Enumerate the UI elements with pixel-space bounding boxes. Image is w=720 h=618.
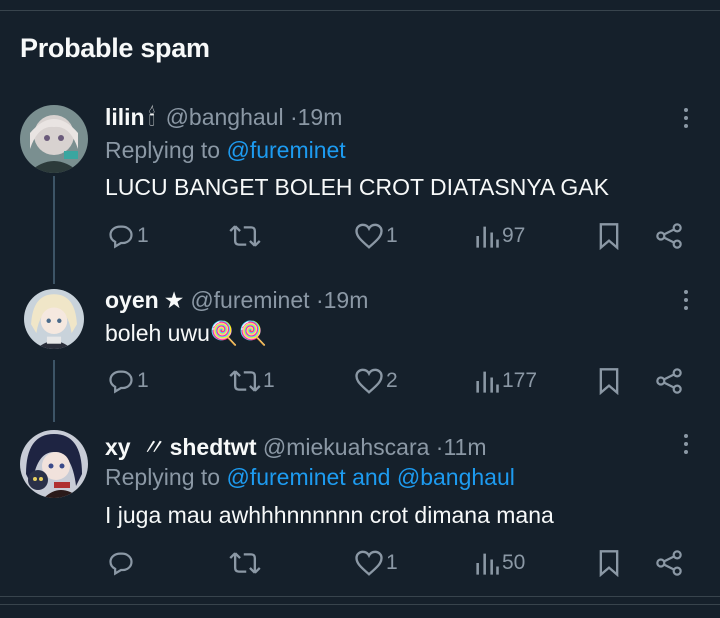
avatar[interactable] <box>20 105 88 173</box>
views-button[interactable]: 177 <box>474 364 537 398</box>
avatar[interactable] <box>24 289 84 349</box>
share-button[interactable] <box>655 219 683 253</box>
more-options-icon[interactable] <box>676 104 696 132</box>
tweet-actions: 1 1 97 <box>0 219 720 253</box>
top-divider <box>0 10 720 11</box>
candle-emoji: 🕯 <box>148 104 156 130</box>
bookmark-button[interactable] <box>597 364 621 398</box>
more-options-icon[interactable] <box>676 286 696 314</box>
separator: · <box>289 104 298 130</box>
tweet-actions: 1 50 <box>0 546 720 580</box>
like-count: 2 <box>386 369 398 392</box>
bottom-divider <box>0 596 720 597</box>
share-icon <box>656 368 682 394</box>
like-count: 1 <box>386 551 398 574</box>
timestamp[interactable]: 19m <box>298 104 343 130</box>
tweet-actions: 1 1 2 177 <box>0 364 720 398</box>
display-name[interactable]: lilin <box>105 104 145 130</box>
reply-icon <box>109 370 133 394</box>
bookmark-icon <box>599 223 619 250</box>
tweet-text-content: boleh uwu <box>105 320 210 346</box>
mention-link[interactable]: @fureminet <box>226 137 345 163</box>
views-chart-icon <box>476 371 499 393</box>
heart-icon <box>355 368 383 394</box>
handle[interactable]: @fureminet <box>190 287 309 313</box>
avatar[interactable] <box>20 430 88 498</box>
ditto-mark: 〃 <box>140 434 164 460</box>
like-button[interactable]: 1 <box>354 546 398 580</box>
retweet-button[interactable] <box>229 546 263 580</box>
view-count: 177 <box>502 369 538 392</box>
more-options-icon[interactable] <box>676 430 696 458</box>
views-chart-icon <box>476 553 499 575</box>
reply-count: 1 <box>137 369 149 392</box>
bookmark-button[interactable] <box>597 219 621 253</box>
share-button[interactable] <box>655 546 683 580</box>
display-name-suffix[interactable]: shedtwt <box>170 434 257 460</box>
retweet-button[interactable]: 1 <box>229 364 275 398</box>
retweet-icon <box>229 552 261 574</box>
retweet-icon <box>229 370 261 392</box>
tweet-text: LUCU BANGET BOLEH CROT DIATASNYA GAK <box>105 174 609 200</box>
anime-avatar-icon <box>20 105 88 173</box>
display-name[interactable]: oyen <box>105 287 159 313</box>
like-button[interactable]: 1 <box>354 219 398 253</box>
reply-button[interactable]: 1 <box>107 219 149 253</box>
tweet-header: xy 〃 shedtwt @miekuahscara ·11m <box>105 428 487 462</box>
tweet-header: oyen ★ @fureminet ·19m <box>105 287 368 314</box>
handle[interactable]: @miekuahscara <box>263 434 430 460</box>
lollipop-emoji: 🍭🍭 <box>209 320 268 346</box>
retweet-button[interactable] <box>229 219 263 253</box>
replying-to: Replying to @fureminet and @banghaul <box>105 464 515 491</box>
display-name[interactable]: xy <box>105 434 131 460</box>
replying-prefix: Replying to <box>105 137 221 163</box>
view-count: 50 <box>502 551 526 574</box>
share-icon <box>656 223 682 249</box>
like-count: 1 <box>386 224 398 247</box>
bookmark-icon <box>599 368 619 395</box>
tweet-text: I juga mau awhhhnnnnnn crot dimana mana <box>105 502 554 528</box>
heart-icon <box>355 223 383 249</box>
like-button[interactable]: 2 <box>354 364 398 398</box>
bottom-divider <box>0 604 720 605</box>
anime-avatar-icon <box>20 430 88 498</box>
views-chart-icon <box>476 226 499 248</box>
retweet-icon <box>229 225 261 247</box>
bookmark-button[interactable] <box>597 546 621 580</box>
mention-link[interactable]: @fureminet and @banghaul <box>226 464 514 490</box>
replying-prefix: Replying to <box>105 464 221 490</box>
reply-button[interactable]: 1 <box>107 364 149 398</box>
section-title: Probable spam <box>20 33 210 63</box>
timestamp[interactable]: 19m <box>324 287 369 313</box>
share-icon <box>656 550 682 576</box>
timestamp[interactable]: 11m <box>443 434 486 460</box>
reply-icon <box>109 552 133 576</box>
star-emoji: ★ <box>163 287 185 313</box>
view-count: 97 <box>502 224 526 247</box>
anime-avatar-icon <box>24 289 84 349</box>
tweet-header: lilin 🕯 @banghaul ·19m <box>105 104 342 131</box>
heart-icon <box>355 550 383 576</box>
reply-button[interactable] <box>107 546 137 580</box>
retweet-count: 1 <box>263 369 275 392</box>
tweet-text: boleh uwu🍭🍭 <box>105 320 267 347</box>
views-button[interactable]: 97 <box>474 219 525 253</box>
bookmark-icon <box>599 550 619 577</box>
separator: · <box>315 287 324 313</box>
replying-to: Replying to @fureminet <box>105 137 346 164</box>
views-button[interactable]: 50 <box>474 546 525 580</box>
handle[interactable]: @banghaul <box>166 104 284 130</box>
share-button[interactable] <box>655 364 683 398</box>
reply-count: 1 <box>137 224 149 247</box>
reply-icon <box>109 225 133 249</box>
